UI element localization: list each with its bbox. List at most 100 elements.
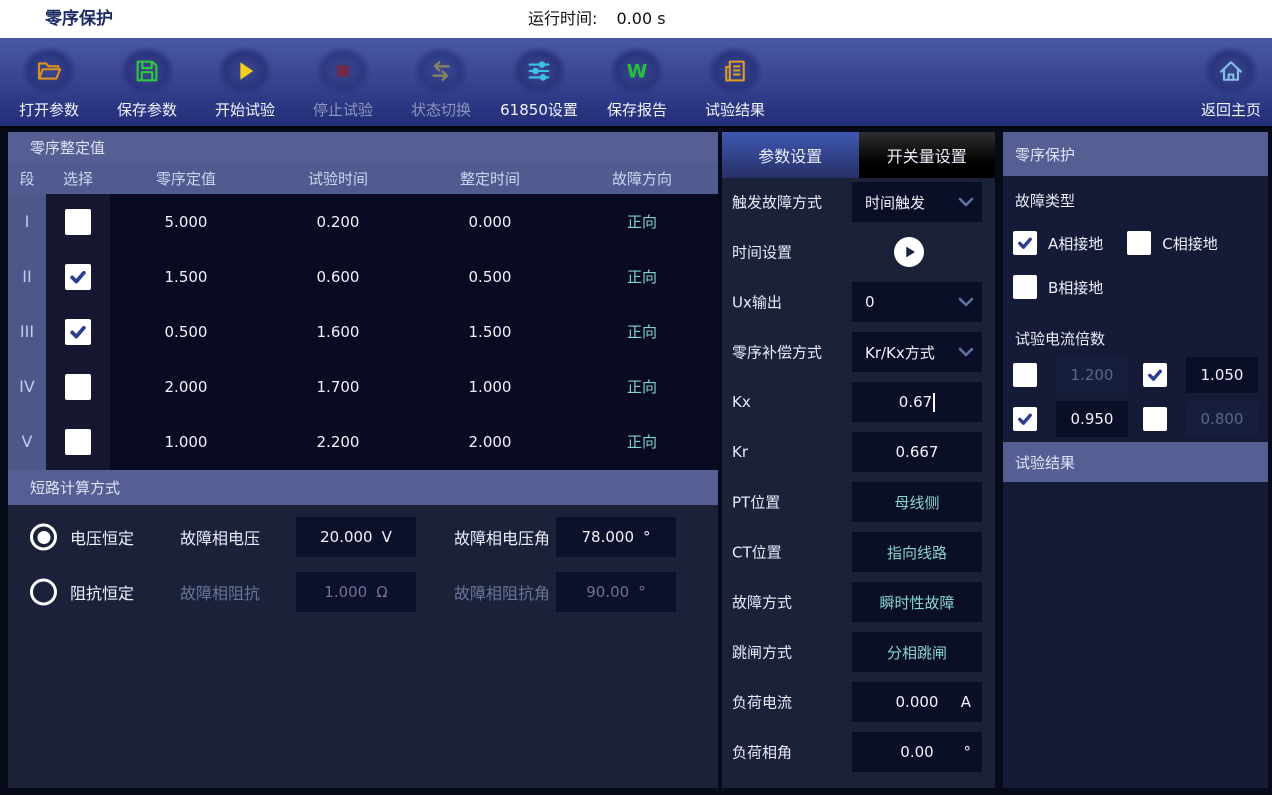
field-unit: ° (643, 528, 651, 546)
multiple-0800-checkbox[interactable] (1143, 407, 1167, 431)
time-setting-play-button[interactable] (894, 237, 924, 267)
test-time-cell[interactable]: 0.200 (262, 213, 414, 231)
home-button[interactable]: 返回主页 (1182, 38, 1272, 126)
setting-time-cell[interactable]: 0.500 (414, 268, 566, 286)
row-select-checkbox[interactable] (65, 374, 91, 400)
phase-c-ground-checkbox[interactable] (1127, 231, 1151, 255)
chevron-down-icon (958, 197, 974, 207)
col-header-setting-time: 整定时间 (414, 168, 566, 189)
fault-mode-button[interactable]: 瞬时性故障 (852, 582, 982, 622)
test-time-cell[interactable]: 1.600 (262, 323, 414, 341)
segment-label: V (8, 432, 46, 451)
zeroseq-value-cell[interactable]: 1.000 (110, 433, 262, 451)
fault-impedance-input[interactable]: 1.000 Ω (296, 572, 416, 612)
save-params-button[interactable]: 保存参数 (98, 38, 196, 126)
load-current-label: 负荷电流 (732, 692, 792, 713)
iec61850-settings-button[interactable]: 61850设置 (490, 38, 588, 126)
test-time-cell[interactable]: 0.600 (262, 268, 414, 286)
setting-time-cell[interactable]: 0.000 (414, 213, 566, 231)
multiple-row-1: 1.200 1.050 (1003, 357, 1268, 393)
dropdown-value: 0 (865, 293, 875, 311)
open-folder-icon (21, 46, 77, 96)
setting-time-cell[interactable]: 1.000 (414, 378, 566, 396)
field-value: 78.000 (582, 528, 635, 546)
fault-direction-cell[interactable]: 正向 (566, 266, 718, 287)
kr-input[interactable]: 0.667 (852, 432, 982, 472)
fault-voltage-angle-input[interactable]: 78.000 ° (556, 517, 676, 557)
segment-label: I (8, 212, 46, 231)
zeroseq-value-cell[interactable]: 0.500 (110, 323, 262, 341)
home-icon (1203, 46, 1259, 96)
trip-mode-row: 跳闸方式 分相跳闸 (722, 632, 995, 672)
zeroseq-value-cell[interactable]: 5.000 (110, 213, 262, 231)
row-select-checkbox[interactable] (65, 209, 91, 235)
fault-impedance-angle-input[interactable]: 90.00 ° (556, 572, 676, 612)
test-results-title: 试验结果 (1015, 452, 1075, 473)
open-params-button[interactable]: 打开参数 (0, 38, 98, 126)
multiple-value: 1.200 (1071, 366, 1114, 384)
parameter-panel: 参数设置 开关量设置 触发故障方式 时间触发 时间设置 Ux输出 0 (722, 132, 995, 788)
fault-direction-cell[interactable]: 正向 (566, 211, 718, 232)
multiple-1050-input[interactable]: 1.050 (1186, 357, 1258, 393)
voltage-constant-radio[interactable] (30, 524, 57, 551)
fault-type-row-1: A相接地 C相接地 (1003, 229, 1268, 257)
row-select-checkbox[interactable] (65, 264, 91, 290)
title-bar: 零序保护 运行时间: 0.00 s (0, 0, 1272, 38)
ux-output-dropdown[interactable]: 0 (852, 282, 982, 322)
input-unit: A (961, 693, 971, 711)
trip-mode-label: 跳闸方式 (732, 642, 792, 663)
trigger-mode-dropdown[interactable]: 时间触发 (852, 182, 982, 222)
phase-a-ground-checkbox[interactable] (1013, 231, 1037, 255)
zeroseq-value-cell[interactable]: 1.500 (110, 268, 262, 286)
col-header-fault-direction: 故障方向 (566, 168, 718, 189)
settings-table-title: 零序整定值 (30, 137, 105, 158)
multiple-0800-input[interactable]: 0.800 (1186, 401, 1258, 437)
zeroseq-value-cell[interactable]: 2.000 (110, 378, 262, 396)
setting-time-cell[interactable]: 2.000 (414, 433, 566, 451)
load-angle-input[interactable]: 0.00 ° (852, 732, 982, 772)
impedance-constant-radio[interactable] (30, 579, 57, 606)
pt-position-button[interactable]: 母线侧 (852, 482, 982, 522)
tab-parameter-settings[interactable]: 参数设置 (722, 132, 859, 178)
ct-position-button[interactable]: 指向线路 (852, 532, 982, 572)
col-header-test-time: 试验时间 (262, 168, 414, 189)
fault-direction-cell[interactable]: 正向 (566, 321, 718, 342)
load-current-row: 负荷电流 0.000 A (722, 682, 995, 722)
pt-position-label: PT位置 (732, 492, 780, 513)
trip-mode-button[interactable]: 分相跳闸 (852, 632, 982, 672)
multiple-1200-checkbox[interactable] (1013, 363, 1037, 387)
kr-label: Kr (732, 443, 748, 461)
multiple-0950-checkbox[interactable] (1013, 407, 1037, 431)
fault-direction-cell[interactable]: 正向 (566, 431, 718, 452)
fault-mode-label: 故障方式 (732, 592, 792, 613)
multiple-1050-checkbox[interactable] (1143, 363, 1167, 387)
save-report-button[interactable]: W 保存报告 (588, 38, 686, 126)
row-select-checkbox[interactable] (65, 429, 91, 455)
setting-time-cell[interactable]: 1.500 (414, 323, 566, 341)
runtime-label: 运行时间: (528, 9, 597, 28)
field-value: 90.00 (586, 583, 629, 601)
fault-voltage-input[interactable]: 20.000 V (296, 517, 416, 557)
load-current-input[interactable]: 0.000 A (852, 682, 982, 722)
phase-b-ground-checkbox[interactable] (1013, 275, 1037, 299)
table-row: II 1.500 0.600 0.500 正向 (8, 249, 718, 304)
fault-direction-cell[interactable]: 正向 (566, 376, 718, 397)
multiple-value: 1.050 (1201, 366, 1244, 384)
multiple-0950-input[interactable]: 0.950 (1056, 401, 1128, 437)
row-select-checkbox[interactable] (65, 319, 91, 345)
multiple-1200-input[interactable]: 1.200 (1056, 357, 1128, 393)
compensation-mode-dropdown[interactable]: Kr/Kx方式 (852, 332, 982, 372)
load-angle-row: 负荷相角 0.00 ° (722, 732, 995, 772)
toolbar-button-label: 保存参数 (98, 99, 196, 120)
start-test-button[interactable]: 开始试验 (196, 38, 294, 126)
test-results-button[interactable]: 试验结果 (686, 38, 784, 126)
sliders-icon (511, 46, 567, 96)
current-multiple-label: 试验电流倍数 (1015, 328, 1105, 349)
field-unit: ° (638, 583, 646, 601)
test-time-cell[interactable]: 1.700 (262, 378, 414, 396)
short-circuit-title: 短路计算方式 (30, 477, 120, 498)
test-time-cell[interactable]: 2.200 (262, 433, 414, 451)
tab-switch-settings[interactable]: 开关量设置 (859, 132, 996, 178)
col-header-segment: 段 (8, 168, 46, 189)
kx-input[interactable]: 0.67 (852, 382, 982, 422)
